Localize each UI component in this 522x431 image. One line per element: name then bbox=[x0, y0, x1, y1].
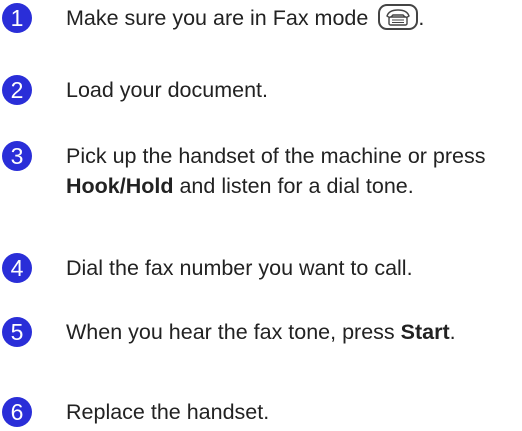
step-number-badge: 4 bbox=[2, 253, 32, 283]
fax-mode-key-icon bbox=[378, 4, 419, 31]
step-text: Replace the handset. bbox=[66, 400, 270, 424]
step-number-badge: 6 bbox=[2, 397, 32, 427]
step-text: When you hear the fax tone, press Start. bbox=[66, 317, 516, 347]
step-text-part: Make sure you are in Fax mode bbox=[66, 6, 375, 30]
step-text: Dial the fax number you want to call. bbox=[66, 256, 413, 280]
step-text: Load your document. bbox=[66, 78, 268, 102]
step-text-part: Pick up the handset of the machine or pr… bbox=[66, 144, 486, 168]
step-number-badge: 1 bbox=[2, 3, 32, 33]
step-text-part: . bbox=[449, 320, 456, 344]
step-number-badge: 5 bbox=[2, 317, 32, 347]
step-text: Pick up the handset of the machine or pr… bbox=[66, 141, 516, 201]
step-number-badge: 3 bbox=[2, 141, 32, 171]
hook-hold-key-label: Hook/Hold bbox=[66, 174, 174, 198]
step-number-badge: 2 bbox=[2, 75, 32, 105]
step-text-part: . bbox=[418, 6, 425, 30]
step-text-part: and listen for a dial tone. bbox=[173, 174, 414, 198]
step-list: 1 Make sure you are in Fax mode . 2 Load… bbox=[0, 0, 522, 431]
step-text: Make sure you are in Fax mode . bbox=[66, 3, 516, 33]
step-text-part: When you hear the fax tone, press bbox=[66, 320, 401, 344]
start-key-label: Start bbox=[400, 320, 450, 344]
